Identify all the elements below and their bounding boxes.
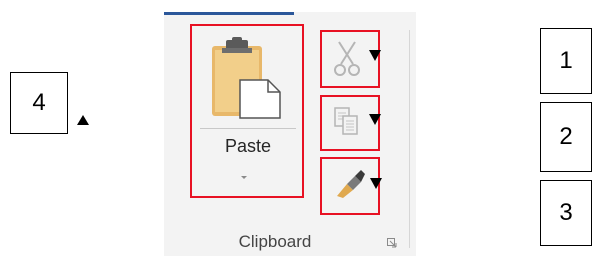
callout-number: 1	[559, 47, 573, 74]
callout-box-1: 1	[540, 28, 592, 94]
paste-split-divider	[200, 128, 296, 129]
ribbon-tab-accent	[164, 12, 294, 15]
dialog-launcher-icon[interactable]	[387, 238, 397, 248]
screenshot-canvas: 4 Paste Clipboard 1 2 3	[0, 0, 592, 256]
callout-number: 2	[559, 123, 573, 150]
callout-box-3: 3	[540, 180, 592, 246]
callout-number: 4	[32, 89, 46, 116]
copy-arrow-down-icon	[369, 114, 381, 125]
callout-arrow-up-icon	[77, 115, 89, 125]
callout-box-4: 4	[10, 72, 68, 134]
format-painter-arrow-down-icon	[370, 178, 382, 189]
paintbrush-icon	[337, 170, 365, 198]
paste-label: Paste	[224, 136, 272, 156]
copy-icon	[334, 107, 358, 135]
ribbon-group-divider	[409, 30, 410, 248]
callout-box-2: 2	[540, 102, 592, 172]
clipboard-icon	[212, 37, 281, 119]
chevron-down-icon[interactable]	[241, 176, 247, 179]
scissors-icon	[334, 41, 360, 76]
callout-number: 3	[559, 199, 573, 226]
clipboard-group-label: Clipboard	[238, 232, 312, 251]
cut-arrow-down-icon	[369, 50, 381, 61]
